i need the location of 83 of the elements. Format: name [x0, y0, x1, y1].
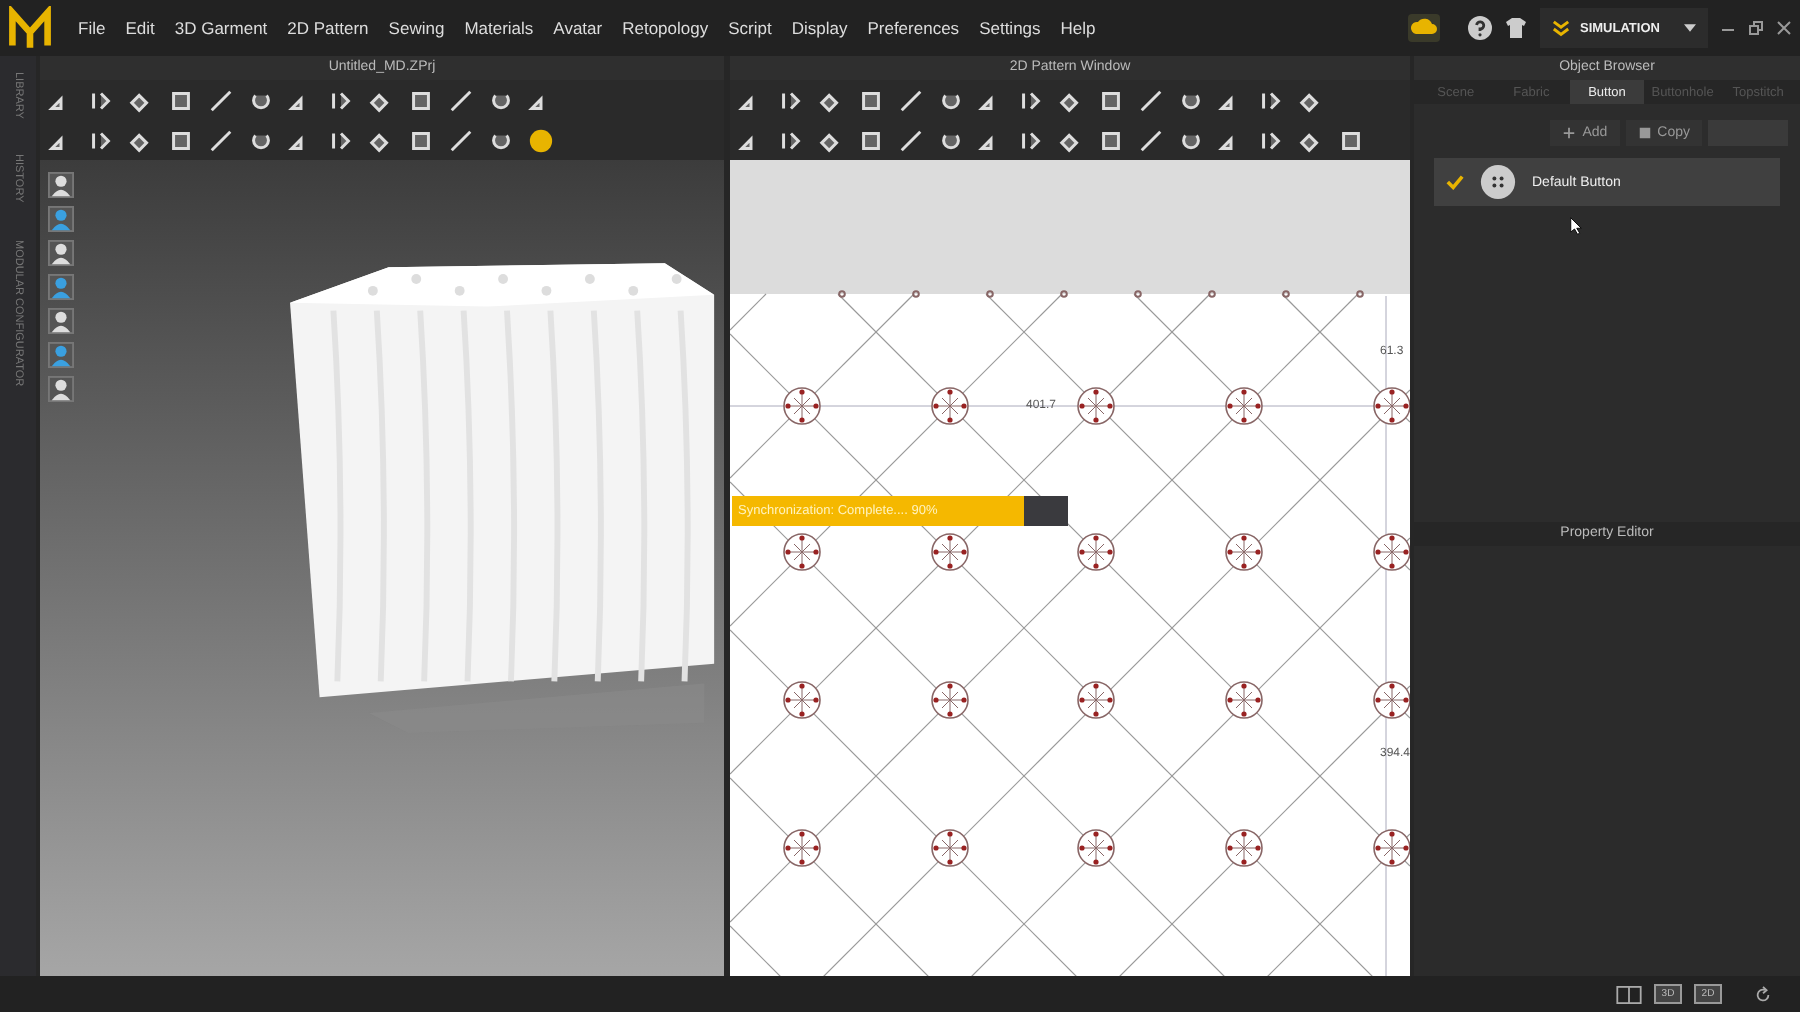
tool-icon[interactable] [858, 127, 884, 153]
button-symbol[interactable] [1373, 387, 1410, 425]
tool-icon[interactable] [898, 87, 924, 113]
tool-icon[interactable] [778, 127, 804, 153]
tool-icon[interactable] [1338, 127, 1364, 153]
avatar-tool-icon[interactable] [48, 206, 74, 232]
tool-icon[interactable] [208, 127, 234, 153]
tool-icon[interactable] [408, 87, 434, 113]
tool-icon[interactable] [328, 87, 354, 113]
tool-icon[interactable] [528, 127, 554, 153]
close-icon[interactable] [1776, 20, 1792, 36]
button-symbol[interactable] [931, 829, 969, 867]
menu-item[interactable]: Materials [454, 18, 544, 38]
avatar-tool-icon[interactable] [48, 172, 74, 198]
tool-icon[interactable] [1258, 127, 1284, 153]
tool-icon[interactable] [1018, 127, 1044, 153]
tool-icon[interactable] [88, 127, 114, 153]
tool-icon[interactable] [1138, 87, 1164, 113]
menu-item[interactable]: Avatar [543, 18, 613, 38]
layout-icon[interactable] [1616, 985, 1642, 1003]
button-symbol[interactable] [1373, 533, 1410, 571]
button-symbol[interactable] [1225, 829, 1263, 867]
button-symbol[interactable] [783, 829, 821, 867]
menu-item[interactable]: Display [781, 18, 858, 38]
help-icon[interactable] [1468, 16, 1492, 40]
button-symbol[interactable] [931, 387, 969, 425]
tool-icon[interactable] [168, 127, 194, 153]
button-symbol[interactable] [783, 387, 821, 425]
menu-item[interactable]: Settings [969, 18, 1051, 38]
button-symbol[interactable] [1373, 829, 1410, 867]
button-symbol[interactable] [1077, 533, 1115, 571]
app-logo-icon [8, 6, 52, 50]
tool-icon[interactable] [88, 87, 114, 113]
cloud-icon[interactable] [1408, 14, 1440, 42]
chevron-icon [1552, 19, 1570, 37]
tool-icon[interactable] [778, 87, 804, 113]
button-symbol[interactable] [931, 533, 969, 571]
tool-icon[interactable] [408, 127, 434, 153]
menu-item[interactable]: 3D Garment [164, 18, 278, 38]
tool-icon[interactable] [1098, 127, 1124, 153]
plus-icon [1562, 126, 1577, 140]
tool-icon[interactable] [898, 127, 924, 153]
button-symbol[interactable] [783, 681, 821, 719]
mouse-cursor-icon [1570, 216, 1582, 236]
caret-icon [1684, 24, 1696, 32]
button-symbol[interactable] [783, 533, 821, 571]
button-symbol[interactable] [1077, 387, 1115, 425]
tool-icon[interactable] [208, 87, 234, 113]
button-symbol[interactable] [1077, 829, 1115, 867]
menu-item[interactable]: Help [1050, 18, 1106, 38]
button-thumbnail-icon [1480, 164, 1516, 200]
tool-icon[interactable] [858, 87, 884, 113]
avatar-tool-icon[interactable] [48, 308, 74, 334]
button-symbol[interactable] [1077, 681, 1115, 719]
button-symbol[interactable] [1373, 681, 1410, 719]
button-symbol[interactable] [931, 681, 969, 719]
copy-icon [1637, 126, 1652, 140]
menu-item[interactable]: File [68, 18, 116, 38]
check-icon[interactable] [1446, 174, 1464, 190]
avatar-tool-icon[interactable] [48, 376, 74, 402]
menu-item[interactable]: Preferences [857, 18, 970, 38]
avatar-tool-icon[interactable] [48, 342, 74, 368]
restore-icon[interactable] [1748, 20, 1764, 36]
tool-icon[interactable] [1098, 87, 1124, 113]
shirt-icon[interactable] [1504, 16, 1528, 40]
tool-icon[interactable] [1258, 87, 1284, 113]
tool-icon[interactable] [448, 87, 474, 113]
button-symbol[interactable] [1225, 681, 1263, 719]
tool-icon[interactable] [448, 127, 474, 153]
tool-icon[interactable] [168, 87, 194, 113]
menu-item[interactable]: 2D Pattern [277, 18, 379, 38]
menu-item[interactable]: Edit [115, 18, 165, 38]
tool-icon[interactable] [328, 127, 354, 153]
avatar-tool-icon[interactable] [48, 240, 74, 266]
menu-item[interactable]: Script [718, 18, 782, 38]
menu-item[interactable]: Sewing [378, 18, 455, 38]
button-symbol[interactable] [1225, 387, 1263, 425]
tool-icon[interactable] [1018, 87, 1044, 113]
menu-item[interactable]: Retopology [612, 18, 719, 38]
refresh-icon[interactable] [1754, 985, 1772, 1003]
button-symbol[interactable] [1225, 533, 1263, 571]
tool-icon[interactable] [1138, 127, 1164, 153]
avatar-tool-icon[interactable] [48, 274, 74, 300]
